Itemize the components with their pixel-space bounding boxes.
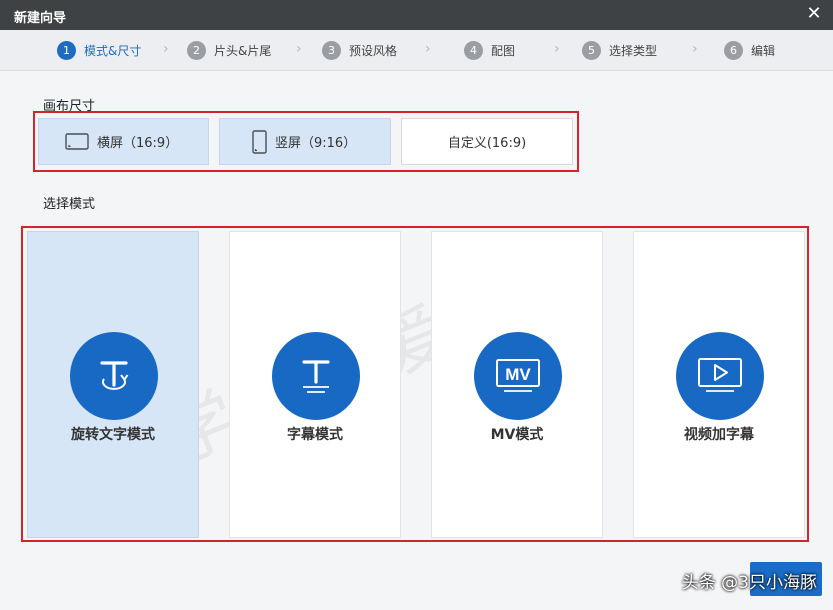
step-images[interactable]: 4 配图 [464, 40, 515, 60]
step-number: 4 [464, 40, 483, 60]
video-play-icon [676, 332, 764, 420]
mode-label: 字幕模式 [287, 427, 343, 443]
mode-card-mv[interactable]: MV MV模式 [431, 231, 603, 538]
landscape-screen-icon [65, 133, 89, 150]
step-mode-size[interactable]: 1 模式&尺寸 [57, 40, 141, 60]
mv-icon: MV [474, 332, 562, 420]
source-credit-watermark: 头条 @3只小海豚 [681, 573, 817, 593]
mv-icon-text: MV [505, 365, 531, 384]
window-title: 新建向导 [14, 11, 67, 26]
step-label: 模式&尺寸 [84, 43, 142, 58]
step-label: 编辑 [751, 43, 776, 58]
chevron-right-icon: › [296, 41, 302, 57]
step-number: 2 [187, 40, 206, 60]
landscape-button[interactable]: 横屏（16:9） [38, 118, 209, 165]
mode-label: 视频加字幕 [684, 427, 754, 443]
mode-label: MV模式 [490, 427, 544, 443]
step-label: 配图 [491, 43, 516, 58]
mode-label: 旋转文字模式 [71, 427, 155, 443]
mode-card-rotating-text[interactable]: 旋转文字模式 [27, 231, 199, 538]
chevron-right-icon: › [425, 41, 431, 57]
step-number: 5 [582, 40, 601, 60]
portrait-button[interactable]: 竖屏（9:16） [219, 118, 391, 165]
step-select-type[interactable]: 5 选择类型 [582, 40, 657, 60]
step-number: 6 [724, 40, 743, 60]
close-icon[interactable]: ✕ [803, 3, 825, 25]
step-preset-style[interactable]: 3 预设风格 [322, 40, 397, 60]
step-number: 3 [322, 40, 341, 60]
rotate-text-icon [70, 332, 158, 420]
landscape-label: 横屏（16:9） [97, 136, 179, 151]
mode-card-video-subtitle[interactable]: 视频加字幕 [633, 231, 805, 538]
portrait-screen-icon [252, 129, 267, 154]
step-label: 选择类型 [609, 43, 658, 58]
mode-card-subtitle[interactable]: 字幕模式 [229, 231, 401, 538]
chevron-right-icon: › [163, 41, 169, 57]
wizard-steps-bar: 1 模式&尺寸 › 2 片头&片尾 › 3 预设风格 › 4 配图 › 5 选择… [0, 30, 833, 71]
step-number: 1 [57, 40, 76, 60]
chevron-right-icon: › [692, 41, 698, 57]
custom-size-button[interactable]: 自定义(16:9) [401, 118, 573, 165]
title-bar: 新建向导 ✕ [0, 0, 833, 30]
portrait-label: 竖屏（9:16） [275, 136, 357, 151]
chevron-right-icon: › [554, 41, 560, 57]
step-edit[interactable]: 6 编辑 [724, 40, 775, 60]
step-label: 片头&片尾 [214, 43, 272, 58]
step-label: 预设风格 [349, 43, 398, 58]
custom-size-label: 自定义(16:9) [447, 136, 527, 151]
subtitle-text-icon [272, 332, 360, 420]
select-mode-label: 选择模式 [43, 197, 96, 212]
step-intro-outro[interactable]: 2 片头&片尾 [187, 40, 271, 60]
